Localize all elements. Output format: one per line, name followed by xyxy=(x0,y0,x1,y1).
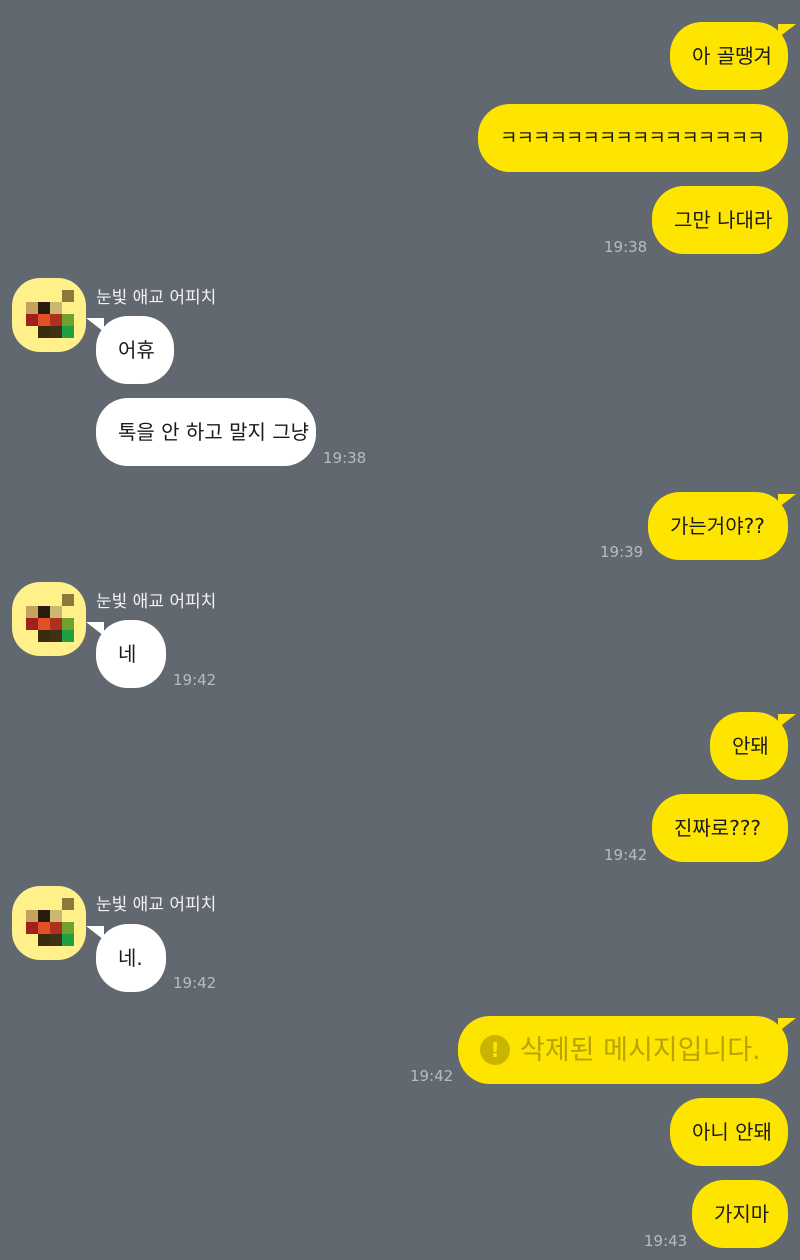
message-text: 가지마 xyxy=(714,1202,770,1226)
my-message-bubble[interactable]: 아니 안돼 xyxy=(670,1098,788,1166)
bubble-tail xyxy=(778,714,796,728)
my-message-bubble[interactable]: 가지마 xyxy=(692,1180,788,1248)
message-time: 19:38 xyxy=(604,238,648,256)
profile-avatar[interactable] xyxy=(12,886,86,960)
profile-avatar[interactable] xyxy=(12,278,86,352)
my-message-bubble[interactable]: ㅋㅋㅋㅋㅋㅋㅋㅋㅋㅋㅋㅋㅋㅋㅋㅋ xyxy=(478,104,788,172)
my-message-bubble[interactable]: 아 골땡겨 xyxy=(670,22,788,90)
sender-name: 눈빛 애교 어피치 xyxy=(96,895,217,915)
message-time: 19:38 xyxy=(323,449,367,467)
exclamation-icon: ! xyxy=(480,1035,510,1065)
message-text: 네 xyxy=(118,642,137,666)
bubble-tail xyxy=(86,318,104,332)
bubble-tail xyxy=(778,494,796,508)
their-message-bubble[interactable]: 어휴 xyxy=(96,316,174,384)
message-text: 삭제된 메시지입니다. xyxy=(520,1034,761,1066)
message-text: 그만 나대라 xyxy=(674,208,773,232)
message-time: 19:42 xyxy=(173,974,217,992)
bubble-tail xyxy=(86,622,104,636)
message-time: 19:43 xyxy=(644,1232,688,1250)
message-text: 안돼 xyxy=(732,734,769,758)
their-message-bubble[interactable]: 톡을 안 하고 말지 그냥 xyxy=(96,398,316,466)
message-text: ㅋㅋㅋㅋㅋㅋㅋㅋㅋㅋㅋㅋㅋㅋㅋㅋ xyxy=(500,126,765,149)
profile-avatar[interactable] xyxy=(12,582,86,656)
message-time: 19:42 xyxy=(604,846,648,864)
my-message-bubble[interactable]: 그만 나대라 xyxy=(652,186,788,254)
their-message-bubble[interactable]: 네. xyxy=(96,924,166,992)
message-text: 어휴 xyxy=(118,338,155,362)
my-message-bubble[interactable]: 진짜로??? xyxy=(652,794,788,862)
message-text: 가는거야?? xyxy=(670,514,765,538)
message-text: 진짜로??? xyxy=(674,816,762,840)
message-time: 19:42 xyxy=(173,671,217,689)
message-text: 네. xyxy=(118,946,143,970)
message-time: 19:39 xyxy=(600,543,644,561)
my-message-bubble[interactable]: 가는거야?? xyxy=(648,492,788,560)
their-message-bubble[interactable]: 네 xyxy=(96,620,166,688)
message-text: 톡을 안 하고 말지 그냥 xyxy=(118,420,310,444)
message-time: 19:42 xyxy=(410,1067,454,1085)
message-text: 아 골땡겨 xyxy=(692,44,772,68)
deleted-message-bubble[interactable]: ! 삭제된 메시지입니다. xyxy=(458,1016,788,1084)
bubble-tail xyxy=(778,24,796,38)
sender-name: 눈빛 애교 어피치 xyxy=(96,592,217,612)
sender-name: 눈빛 애교 어피치 xyxy=(96,288,217,308)
message-text: 아니 안돼 xyxy=(692,1120,772,1144)
bubble-tail xyxy=(86,926,104,940)
my-message-bubble[interactable]: 안돼 xyxy=(710,712,788,780)
bubble-tail xyxy=(778,1018,796,1032)
